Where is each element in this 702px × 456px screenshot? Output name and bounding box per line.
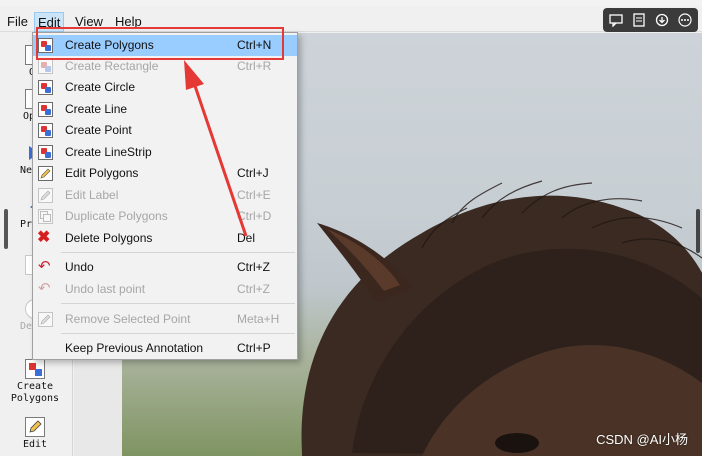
undo-last-point-icon: ↶ bbox=[38, 280, 51, 297]
create-polygons-tool-label: Create Polygons bbox=[10, 381, 60, 404]
menu-item-shortcut: Ctrl+E bbox=[237, 188, 271, 202]
menu-item-shortcut: Del bbox=[237, 231, 256, 245]
menu-delete-polygons[interactable]: ✖ Delete Polygons Del bbox=[33, 228, 297, 249]
menu-item-label: Create Line bbox=[65, 102, 128, 116]
menu-item-label: Undo bbox=[65, 260, 94, 274]
menu-item-shortcut: Ctrl+J bbox=[237, 166, 269, 180]
document-icon[interactable] bbox=[628, 9, 650, 31]
create-polygons-tool[interactable]: Create Polygons bbox=[0, 359, 70, 405]
edit-polygons-icon bbox=[38, 166, 53, 181]
menu-edit-polygons[interactable]: Edit Polygons Ctrl+J bbox=[33, 163, 297, 184]
labelme-window: File Edit View Help Op Op D bbox=[0, 0, 702, 456]
menu-item-label: Edit Label bbox=[65, 188, 119, 202]
menu-item-shortcut: Ctrl+R bbox=[237, 59, 272, 73]
canvas-scrollbar[interactable] bbox=[696, 209, 700, 253]
menu-undo[interactable]: ↶ Undo Ctrl+Z bbox=[33, 257, 297, 278]
menu-item-shortcut: Ctrl+Z bbox=[237, 282, 270, 296]
menu-item-shortcut: Ctrl+D bbox=[237, 209, 272, 223]
create-circle-icon bbox=[38, 80, 53, 95]
comment-icon[interactable] bbox=[605, 9, 627, 31]
menu-separator bbox=[61, 303, 295, 304]
undo-icon: ↶ bbox=[38, 258, 51, 275]
edit-icon bbox=[25, 417, 45, 437]
more-options-icon[interactable] bbox=[674, 9, 696, 31]
menu-item-label: Undo last point bbox=[65, 282, 146, 296]
remove-point-icon bbox=[38, 312, 53, 327]
menu-create-point[interactable]: Create Point bbox=[33, 120, 297, 141]
highlight-callout-box bbox=[36, 27, 284, 60]
menu-keep-previous-annotation[interactable]: Keep Previous Annotation Ctrl+P bbox=[33, 338, 297, 359]
menu-create-circle[interactable]: Create Circle bbox=[33, 77, 297, 98]
menu-item-label: Create Point bbox=[65, 123, 132, 137]
create-point-icon bbox=[38, 123, 53, 138]
edit-tool-label: Edit bbox=[22, 439, 48, 450]
create-linestrip-icon bbox=[38, 145, 53, 160]
menu-duplicate-polygons[interactable]: Duplicate Polygons Ctrl+D bbox=[33, 206, 297, 227]
duplicate-icon bbox=[38, 209, 53, 224]
edit-label-icon bbox=[38, 188, 53, 203]
menu-undo-last-point[interactable]: ↶ Undo last point Ctrl+Z bbox=[33, 279, 297, 300]
download-icon[interactable] bbox=[651, 9, 673, 31]
menu-separator bbox=[61, 333, 295, 334]
menu-item-label: Remove Selected Point bbox=[65, 312, 191, 326]
toolbar-scrollbar[interactable] bbox=[4, 209, 8, 249]
menu-item-label: Edit Polygons bbox=[65, 166, 139, 180]
create-polygons-icon bbox=[25, 359, 45, 379]
create-line-icon bbox=[38, 102, 53, 117]
menu-item-label: Duplicate Polygons bbox=[65, 209, 168, 223]
menu-remove-selected-point[interactable]: Remove Selected Point Meta+H bbox=[33, 309, 297, 330]
edit-menu-dropdown: Create Polygons Ctrl+N Create Rectangle … bbox=[32, 32, 298, 360]
watermark-text: CSDN @AI小杨 bbox=[596, 432, 688, 447]
menu-create-line[interactable]: Create Line bbox=[33, 99, 297, 120]
menu-item-label: Create Circle bbox=[65, 80, 136, 94]
menu-create-linestrip[interactable]: Create LineStrip bbox=[33, 142, 297, 163]
menu-item-label: Create Rectangle bbox=[65, 59, 159, 73]
menu-separator bbox=[61, 252, 295, 253]
overlay-actions bbox=[603, 8, 698, 32]
menu-item-label: Keep Previous Annotation bbox=[65, 341, 204, 355]
menu-item-label: Create LineStrip bbox=[65, 145, 152, 159]
menu-edit-label[interactable]: Edit Label Ctrl+E bbox=[33, 185, 297, 206]
edit-tool[interactable]: Edit bbox=[0, 417, 70, 451]
create-rectangle-icon bbox=[38, 59, 53, 74]
menu-item-shortcut: Ctrl+Z bbox=[237, 260, 270, 274]
menu-item-shortcut: Meta+H bbox=[237, 312, 280, 326]
menu-file[interactable]: File bbox=[4, 12, 31, 32]
menu-item-label: Delete Polygons bbox=[65, 231, 153, 245]
delete-x-icon: ✖ bbox=[37, 229, 51, 246]
menu-item-shortcut: Ctrl+P bbox=[237, 341, 271, 355]
